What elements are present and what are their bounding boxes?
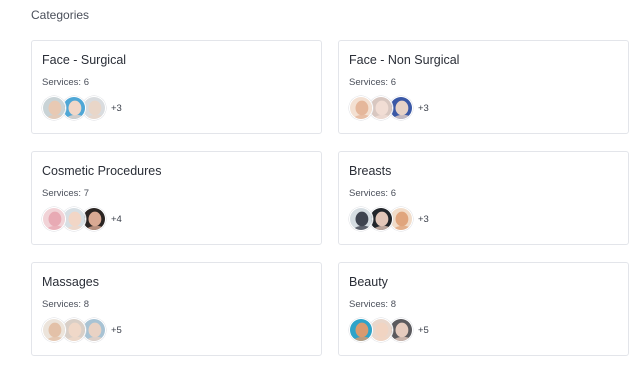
avatar-group: +4 [42, 207, 311, 231]
services-count: Services: 7 [42, 188, 311, 200]
services-value: 8 [390, 299, 397, 310]
face-photo-icon [349, 207, 373, 231]
avatar-group: +5 [349, 318, 618, 342]
avatar-group: +3 [349, 207, 618, 231]
face-photo-icon [42, 207, 66, 231]
services-count: Services: 8 [42, 299, 311, 311]
services-count: Services: 6 [349, 77, 618, 89]
avatar-group: +3 [349, 96, 618, 120]
categories-grid: Face - Surgical Services: 6 +3 Face - Non… [31, 40, 629, 356]
category-card-breasts[interactable]: Breasts Services: 6 +3 [338, 151, 629, 245]
more-count: +3 [418, 102, 429, 114]
category-card-cosmetic-procedures[interactable]: Cosmetic Procedures Services: 7 +4 [31, 151, 322, 245]
more-count: +5 [418, 324, 429, 336]
services-value: 6 [83, 77, 90, 88]
services-label: Services: [42, 188, 82, 199]
services-label: Services: [42, 77, 82, 88]
services-value: 8 [83, 299, 90, 310]
face-photo-icon [349, 96, 373, 120]
category-card-face-non-surgical[interactable]: Face - Non Surgical Services: 6 +3 [338, 40, 629, 134]
services-count: Services: 8 [349, 299, 618, 311]
services-count: Services: 6 [42, 77, 311, 89]
more-count: +3 [418, 213, 429, 225]
services-value: 7 [83, 188, 90, 199]
services-count: Services: 6 [349, 188, 618, 200]
services-label: Services: [349, 299, 389, 310]
category-title: Beauty [349, 275, 388, 289]
category-title: Cosmetic Procedures [42, 164, 162, 178]
face-photo-icon [42, 318, 66, 342]
category-title: Massages [42, 275, 99, 289]
avatar-group: +5 [42, 318, 311, 342]
category-card-massages[interactable]: Massages Services: 8 +5 [31, 262, 322, 356]
more-count: +5 [111, 324, 122, 336]
face-photo-icon [42, 96, 66, 120]
services-value: 6 [390, 77, 397, 88]
services-label: Services: [42, 299, 82, 310]
more-count: +3 [111, 102, 122, 114]
services-value: 6 [390, 188, 397, 199]
category-card-face-surgical[interactable]: Face - Surgical Services: 6 +3 [31, 40, 322, 134]
category-card-beauty[interactable]: Beauty Services: 8 +5 [338, 262, 629, 356]
category-title: Breasts [349, 164, 392, 178]
section-title: Categories [31, 8, 90, 22]
avatar-group: +3 [42, 96, 311, 120]
face-photo-icon [349, 318, 373, 342]
services-label: Services: [349, 77, 389, 88]
category-title: Face - Surgical [42, 53, 127, 67]
category-title: Face - Non Surgical [349, 53, 460, 67]
services-label: Services: [349, 188, 389, 199]
more-count: +4 [111, 213, 122, 225]
